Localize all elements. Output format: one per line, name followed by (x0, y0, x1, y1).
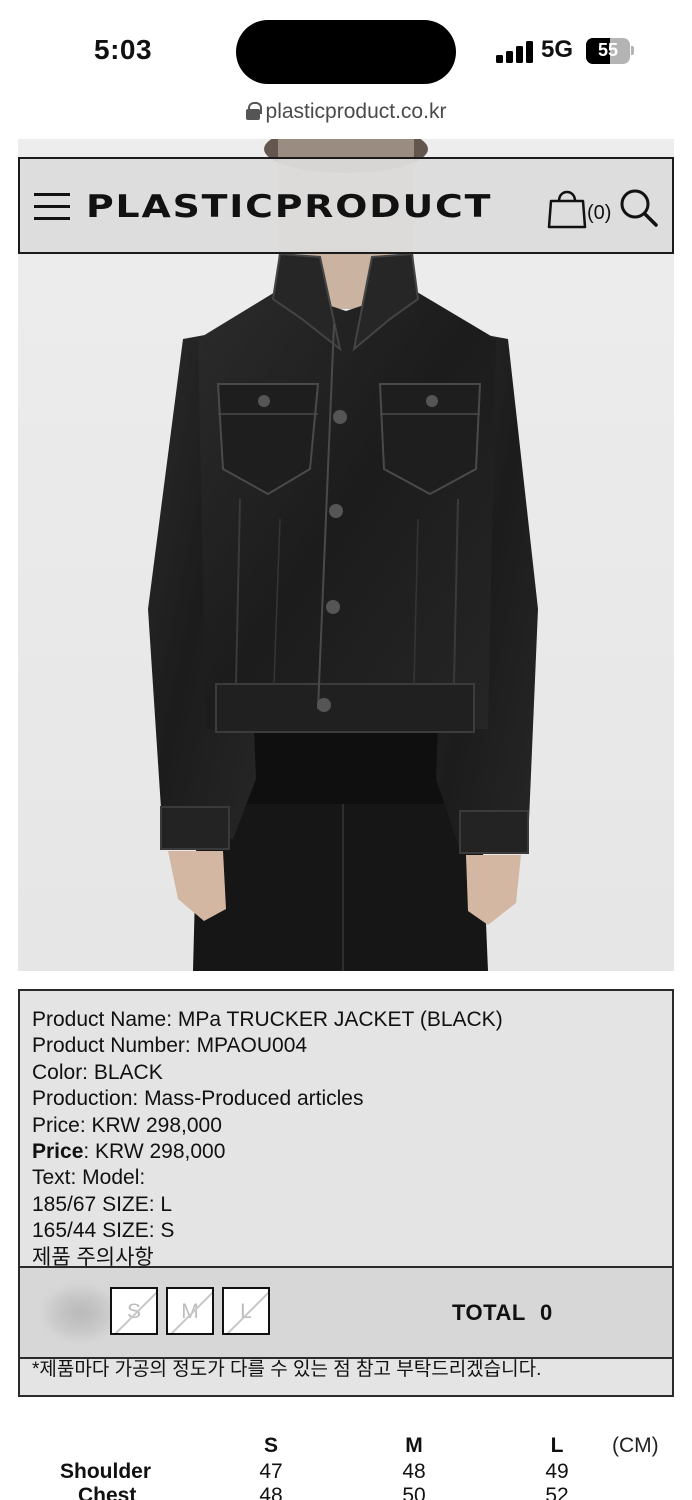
cart-count: (0) (587, 202, 612, 224)
total-display: TOTAL 0 (452, 1300, 553, 1326)
size-chart-cell: 52 (545, 1484, 569, 1500)
status-time: 5:03 (94, 34, 153, 65)
price-label: Price (32, 1140, 84, 1164)
product-price: Price: KRW 298,000 (32, 1113, 222, 1137)
size-option-s[interactable]: S (110, 1287, 158, 1335)
size-chart-cell: 50 (402, 1484, 426, 1500)
size-chart: S M L (CM) Shoulder 47 48 49 Chest 48 50… (0, 1418, 692, 1500)
size-selector-bar: S M L TOTAL 0 (18, 1266, 674, 1359)
model-size-2: 165/44 SIZE: S (32, 1219, 175, 1243)
battery-percent: 55 (597, 40, 619, 60)
lock-icon (245, 102, 262, 120)
model-text: Text: Model: (32, 1166, 146, 1190)
product-name: Product Name: MPa TRUCKER JACKET (BLACK) (32, 1008, 503, 1031)
product-production: Production: Mass-Produced articles (32, 1087, 364, 1111)
product-color: Color: BLACK (32, 1060, 163, 1084)
size-chart-header-s: S (263, 1434, 278, 1457)
product-thumbnail (42, 1284, 118, 1342)
size-chart-header-l: L (550, 1434, 564, 1457)
battery-icon: 55 (586, 38, 630, 64)
status-bar: 5:03 5G 55 (0, 0, 692, 100)
battery-tip (631, 46, 634, 55)
hamburger-menu-icon[interactable] (34, 193, 72, 223)
search-button[interactable] (618, 187, 660, 229)
size-option-m[interactable]: M (166, 1287, 214, 1335)
size-chart-cell: 47 (259, 1460, 283, 1483)
size-chart-unit: (CM) (612, 1434, 659, 1457)
dynamic-island (236, 20, 456, 84)
site-logo[interactable]: PLASTICPRODUCT (86, 189, 492, 225)
network-type: 5G (541, 36, 574, 63)
size-chart-cell: 48 (402, 1460, 426, 1483)
product-image[interactable] (18, 139, 674, 971)
cart-button[interactable]: (0) (547, 185, 617, 231)
search-icon (620, 189, 658, 227)
product-number: Product Number: MPAOU004 (32, 1034, 308, 1058)
size-chart-row-label: Chest (78, 1484, 137, 1500)
site-header: PLASTICPRODUCT (0) (18, 157, 674, 254)
shopping-bag-icon (547, 190, 587, 229)
size-chart-cell: 49 (545, 1460, 569, 1483)
jacket-photo (18, 139, 674, 971)
address-bar[interactable]: plasticproduct.co.kr (0, 100, 692, 138)
price-value: : KRW 298,000 (83, 1140, 226, 1164)
product-price-bold: Price: KRW 298,000 (32, 1139, 660, 1165)
size-chart-row-label: Shoulder (60, 1460, 152, 1483)
total-label: TOTAL (452, 1300, 526, 1325)
size-chart-header-m: M (405, 1434, 423, 1457)
model-size-1: 185/67 SIZE: L (32, 1192, 173, 1216)
size-option-l[interactable]: L (222, 1287, 270, 1335)
total-value: 0 (540, 1300, 553, 1325)
url-domain: plasticproduct.co.kr (265, 100, 447, 123)
size-chart-cell: 48 (259, 1484, 283, 1500)
signal-icon (496, 41, 534, 63)
